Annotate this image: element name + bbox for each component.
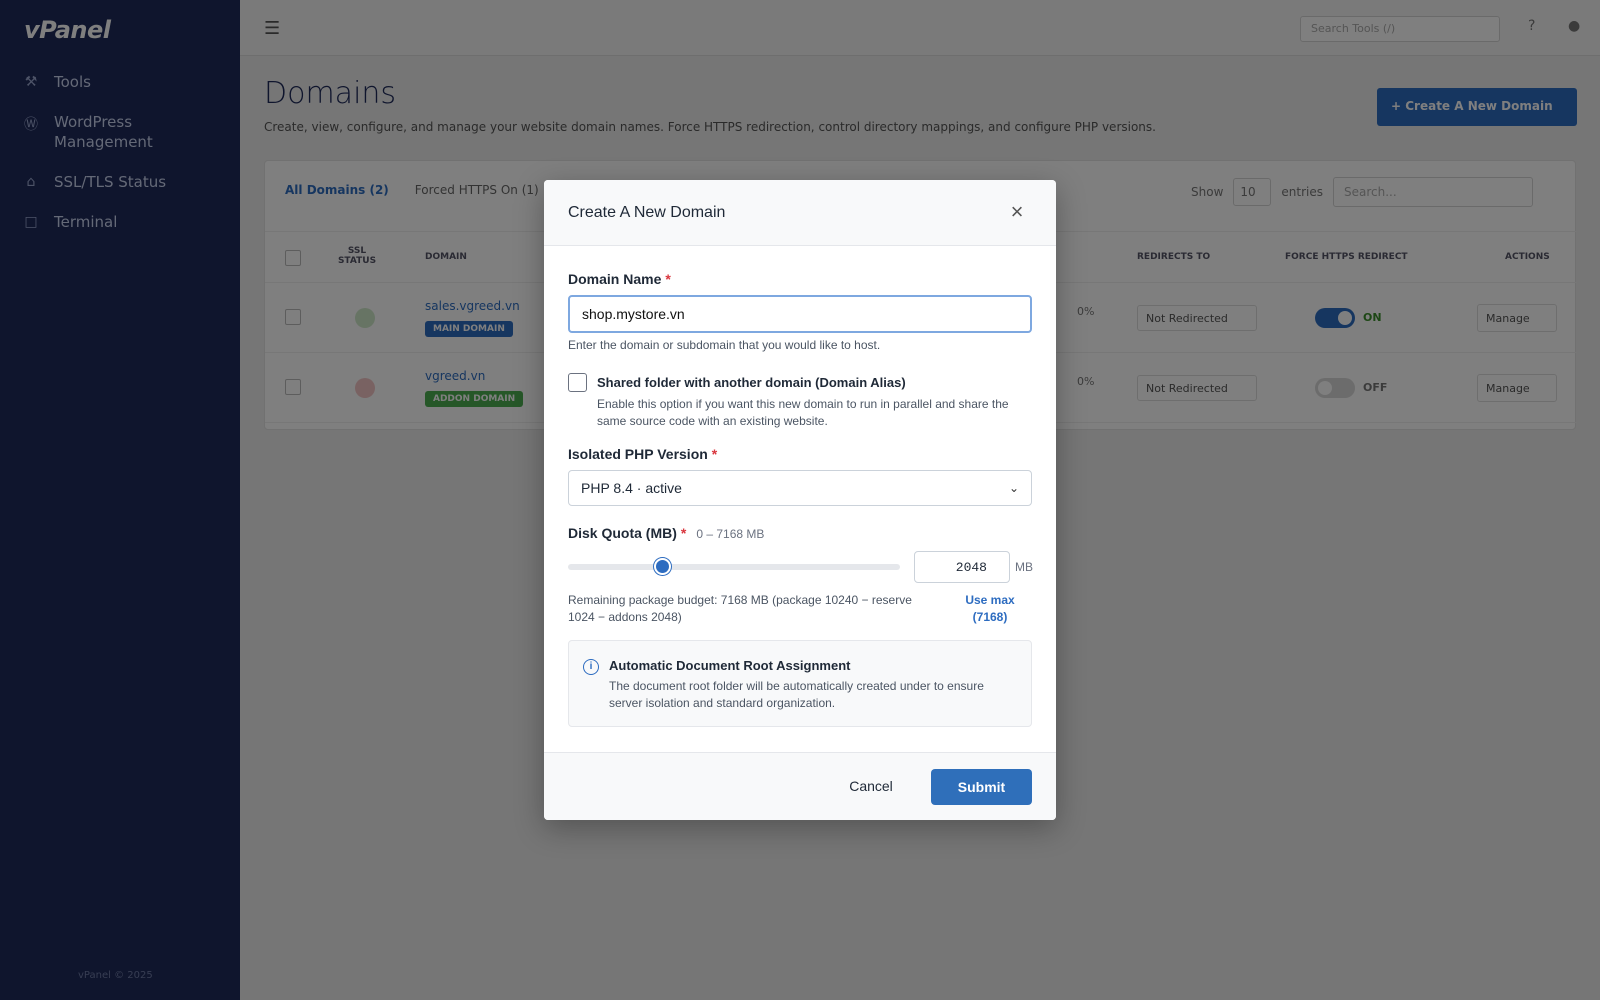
disk-quota-input[interactable] [914,551,1010,583]
disk-quota-label-text: Disk Quota (MB) [568,525,677,541]
create-domain-modal: Create A New Domain × Domain Name* Enter… [544,180,1056,820]
domain-alias-description: Enable this option if you want this new … [597,397,1009,428]
info-icon: i [583,659,599,675]
domain-name-hint: Enter the domain or subdomain that you w… [568,338,881,352]
php-version-label: Isolated PHP Version * [568,446,717,462]
domain-name-label-text: Domain Name [568,271,662,287]
domain-alias-label[interactable]: Shared folder with another domain (Domai… [597,375,906,390]
chevron-down-icon: ⌄ [1008,481,1019,495]
required-mark: * [711,446,718,462]
modal-title: Create A New Domain [568,204,726,221]
use-max-link[interactable]: Use max (7168) [960,592,1020,626]
submit-button[interactable]: Submit [931,769,1032,805]
quota-unit: MB [1015,560,1033,574]
slider-handle[interactable] [654,558,672,575]
modal-footer: Cancel Submit [544,752,1056,820]
php-version-select[interactable]: PHP 8.4 · active ⌄ [568,470,1032,506]
domain-name-label: Domain Name * [568,271,671,287]
modal-header: Create A New Domain × [544,180,1056,246]
domain-name-input[interactable] [568,295,1032,333]
info-text: The document root folder will be automat… [609,679,984,710]
doc-root-info-box: i Automatic Document Root Assignment The… [568,640,1032,727]
disk-quota-slider[interactable] [568,564,900,570]
budget-text: Remaining package budget: 7168 MB (packa… [568,593,912,624]
disk-quota-label: Disk Quota (MB) * 0 – 7168 MB [568,525,764,541]
required-mark: * [680,525,687,541]
php-version-label-text: Isolated PHP Version [568,446,708,462]
domain-alias-checkbox[interactable] [568,373,587,392]
info-title: Automatic Document Root Assignment [609,658,851,673]
close-icon[interactable]: × [1002,198,1032,228]
cancel-button[interactable]: Cancel [838,769,904,803]
required-mark: * [665,271,671,287]
quota-range-hint: 0 – 7168 MB [696,527,765,541]
php-version-value: PHP 8.4 · active [581,480,682,496]
